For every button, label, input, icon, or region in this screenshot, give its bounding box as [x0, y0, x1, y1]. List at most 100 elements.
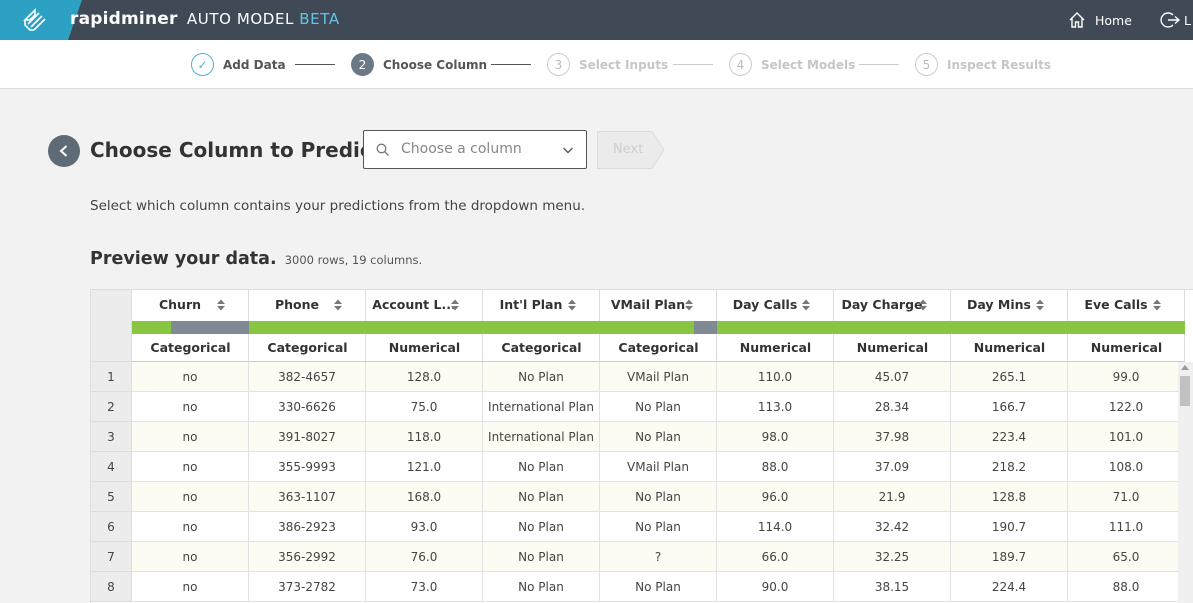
- column-name: Day Calls: [732, 297, 798, 312]
- column-header[interactable]: Day Charge Numerical: [834, 290, 951, 362]
- table-cell: International Plan: [483, 392, 600, 422]
- sort-icon[interactable]: [918, 298, 928, 312]
- sort-icon[interactable]: [567, 298, 577, 312]
- scroll-up-arrow[interactable]: [1181, 365, 1189, 370]
- page-title: Choose Column to Predict:: [90, 138, 390, 162]
- logout-link[interactable]: L: [1160, 10, 1191, 30]
- rapidminer-logo-icon: [23, 8, 46, 31]
- table-cell: 90.0: [717, 572, 834, 602]
- logo[interactable]: [0, 0, 82, 40]
- table-cell: 386-2923: [249, 512, 366, 542]
- home-link[interactable]: Home: [1068, 10, 1132, 30]
- sort-icon[interactable]: [450, 298, 460, 312]
- table-cell: 66.0: [717, 542, 834, 572]
- next-button[interactable]: Next: [597, 131, 665, 169]
- table-cell: 166.7: [951, 392, 1068, 422]
- table-cell: 88.0: [717, 452, 834, 482]
- column-quality-bar: [249, 321, 366, 334]
- row-number: 2: [91, 392, 132, 422]
- scroll-thumb[interactable]: [1180, 376, 1190, 406]
- progress-stepper: ✓ Add Data 2 Choose Column 3 Select Inpu…: [0, 40, 1193, 89]
- table-cell: 224.4: [951, 572, 1068, 602]
- column-header[interactable]: Eve Calls Numerical: [1068, 290, 1185, 362]
- table-cell: 28.34: [834, 392, 951, 422]
- step-select-inputs: 3 Select Inputs: [547, 53, 668, 76]
- table-row: 8 no 373-2782 73.0 No Plan No Plan 90.0 38.15 22…: [91, 572, 1193, 602]
- table-cell: 363-1107: [249, 482, 366, 512]
- table-cell: no: [132, 452, 249, 482]
- column-quality-bar: [717, 321, 834, 334]
- column-name: Phone: [274, 297, 320, 312]
- sort-icon[interactable]: [1152, 298, 1162, 312]
- table-row: 2 no 330-6626 75.0 International Plan No Plan…: [91, 392, 1193, 422]
- column-quality-bar: [366, 321, 483, 334]
- preview-heading: Preview your data. 3000 rows, 19 columns…: [90, 249, 422, 269]
- table-cell: 118.0: [366, 422, 483, 452]
- chevron-down-icon: [563, 147, 573, 154]
- table-cell: No Plan: [600, 422, 717, 452]
- table-cell: 101.0: [1068, 422, 1185, 452]
- step-connector: [491, 64, 531, 65]
- home-icon: [1069, 12, 1085, 28]
- step-number: 3: [547, 53, 570, 76]
- column-header[interactable]: Churn Categorical: [132, 290, 249, 362]
- sort-icon[interactable]: [1035, 298, 1045, 312]
- table-row: 3 no 391-8027 118.0 International Plan No Pla…: [91, 422, 1193, 452]
- quality-bar-missing: [693, 321, 717, 334]
- table-cell: 355-9993: [249, 452, 366, 482]
- select-placeholder: Choose a column: [401, 141, 522, 157]
- column-header[interactable]: VMail Plan Categorical: [600, 290, 717, 362]
- product-name: AUTO MODEL: [186, 10, 294, 28]
- table-cell: 96.0: [717, 482, 834, 512]
- table-row: 5 no 363-1107 168.0 No Plan No Plan 96.0 21.9 12…: [91, 482, 1193, 512]
- sort-icon[interactable]: [801, 298, 811, 312]
- sort-icon[interactable]: [684, 298, 694, 312]
- table-cell: no: [132, 392, 249, 422]
- column-header[interactable]: Phone Categorical: [249, 290, 366, 362]
- table-cell: 190.7: [951, 512, 1068, 542]
- column-name: Account L...: [372, 297, 456, 312]
- table-cell: 114.0: [717, 512, 834, 542]
- table-cell: 218.2: [951, 452, 1068, 482]
- row-number: 1: [91, 362, 132, 392]
- table-cell: no: [132, 482, 249, 512]
- column-header[interactable]: Int'l Plan Categorical: [483, 290, 600, 362]
- table-cell: No Plan: [483, 452, 600, 482]
- instructions-text: Select which column contains your predic…: [90, 198, 586, 214]
- row-number: 4: [91, 452, 132, 482]
- column-type: Categorical: [150, 340, 231, 355]
- column-name: Day Charge: [841, 297, 923, 312]
- column-header[interactable]: Day Calls Numerical: [717, 290, 834, 362]
- column-select[interactable]: Choose a column: [363, 130, 587, 169]
- step-add-data[interactable]: ✓ Add Data: [191, 53, 286, 76]
- table-corner: [91, 290, 132, 362]
- table-cell: 111.0: [1068, 512, 1185, 542]
- column-header[interactable]: Day Mins Numerical: [951, 290, 1068, 362]
- table-cell: 223.4: [951, 422, 1068, 452]
- search-icon: [376, 143, 389, 156]
- step-check-icon: ✓: [191, 53, 214, 76]
- column-name: Churn: [158, 297, 202, 312]
- table-cell: 75.0: [366, 392, 483, 422]
- row-number: 5: [91, 482, 132, 512]
- table-cell: 45.07: [834, 362, 951, 392]
- row-number: 7: [91, 542, 132, 572]
- table-cell: 32.42: [834, 512, 951, 542]
- table-row: 4 no 355-9993 121.0 No Plan VMail Plan 88.0 37.…: [91, 452, 1193, 482]
- sort-icon[interactable]: [333, 298, 343, 312]
- table-cell: 32.25: [834, 542, 951, 572]
- table-cell: No Plan: [600, 512, 717, 542]
- column-type: Numerical: [739, 340, 812, 355]
- step-choose-column[interactable]: 2 Choose Column: [351, 53, 487, 76]
- step-label: Select Models: [761, 57, 856, 72]
- table-cell: no: [132, 572, 249, 602]
- sort-icon[interactable]: [216, 298, 226, 312]
- data-preview-table: Churn Categorical Phone Categorical Account …: [90, 289, 1193, 603]
- table-scrollbar[interactable]: [1178, 362, 1193, 603]
- column-type: Numerical: [1090, 340, 1163, 355]
- column-header[interactable]: Account L... Numerical: [366, 290, 483, 362]
- table-cell: 122.0: [1068, 392, 1185, 422]
- back-button[interactable]: [48, 135, 80, 167]
- preview-row-count: 3000 rows, 19 columns.: [284, 253, 423, 267]
- step-number: 5: [915, 53, 938, 76]
